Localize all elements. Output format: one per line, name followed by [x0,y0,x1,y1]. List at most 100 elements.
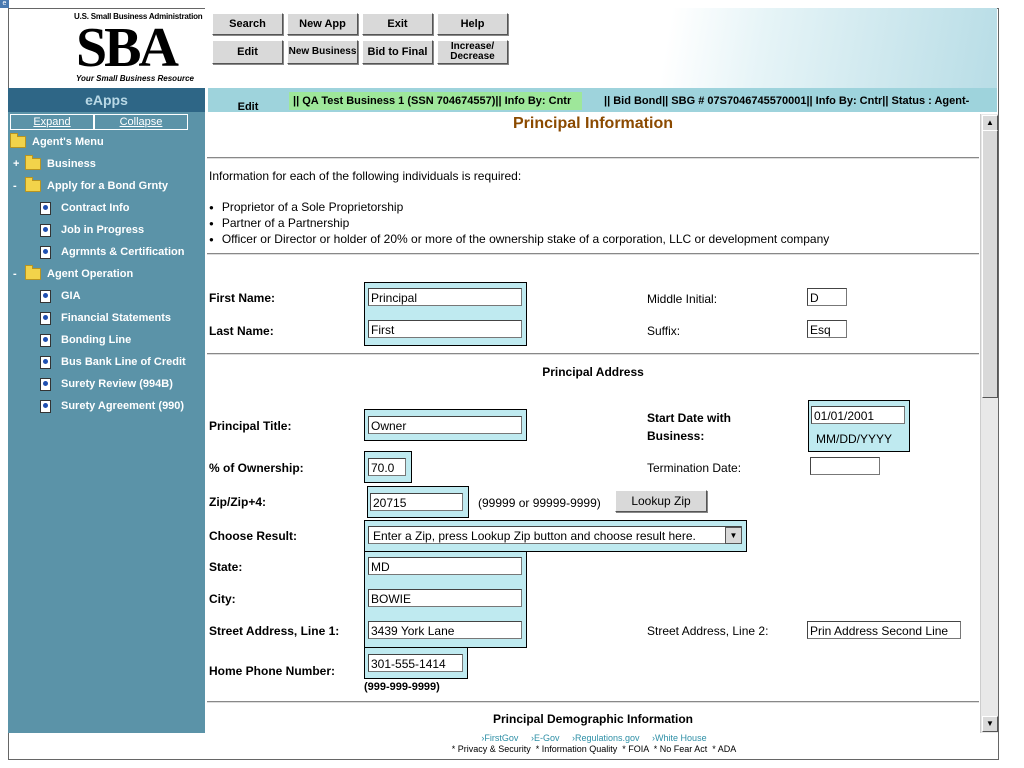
sidebar-title: eApps [8,88,205,112]
sidebar-item-business[interactable]: + Business [13,155,96,173]
lookup-zip-button[interactable]: Lookup Zip [615,490,707,512]
requirement-item: Proprietor of a Sole Proprietorship [209,200,403,214]
sidebar-item-label: Job in Progress [61,224,145,236]
folder-icon [25,177,41,192]
footer-link-regulations[interactable]: Regulations.gov [572,733,640,743]
increase-decrease-button[interactable]: Increase/ Decrease [437,40,508,64]
document-icon [40,355,51,369]
zip-label: Zip/Zip+4: [209,495,266,509]
requirement-item: Partner of a Partnership [209,216,349,230]
demographic-section-title: Principal Demographic Information [492,712,694,726]
footer: FirstGov E-Gov Regulations.gov White Hou… [208,733,980,758]
sidebar-item-contract-info[interactable]: Contract Info [40,199,129,217]
new-business-button[interactable]: New Business [287,40,358,64]
principal-title-input[interactable]: Owner [368,416,522,434]
document-icon [40,377,51,391]
sidebar-item-agrmnts-certification[interactable]: Agrmnts & Certification [40,243,184,261]
search-button[interactable]: Search [212,13,283,35]
start-date-format-hint: MM/DD/YYYY [816,432,893,446]
collapse-toggle-icon[interactable]: - [13,268,23,280]
street-line2-label: Street Address, Line 2: [647,624,769,638]
footer-policy-links[interactable]: * Privacy & Security * Information Quali… [208,744,980,754]
phone-format-hint: (999-999-9999) [364,681,440,693]
suffix-input[interactable]: Esq [807,320,847,338]
termination-date-input[interactable] [810,457,880,475]
zip-format-hint: (99999 or 99999-9999) [478,496,601,510]
choose-result-select[interactable]: Enter a Zip, press Lookup Zip button and… [368,526,742,544]
divider [207,253,979,255]
ownership-label: % of Ownership: [209,461,304,475]
scroll-up-icon[interactable]: ▲ [982,115,998,131]
bid-to-final-button[interactable]: Bid to Final [362,40,433,64]
sidebar-item-label: Surety Review (994B) [61,378,173,390]
tab-bond-info[interactable]: || Bid Bond|| SBG # 07S7046745570001|| I… [584,92,997,110]
divider [207,353,979,355]
help-button[interactable]: Help [437,13,508,35]
expand-link[interactable]: Expand [10,114,94,130]
document-icon [40,223,51,237]
address-section-title: Principal Address [542,365,644,379]
collapse-toggle-icon[interactable]: - [13,180,23,192]
middle-initial-label: Middle Initial: [647,292,718,306]
sidebar-item-label: Agrmnts & Certification [61,246,185,258]
scroll-down-icon[interactable]: ▼ [982,716,998,732]
document-icon [40,201,51,215]
sidebar-item-label: Bus Bank Line of Credit [61,356,186,368]
choose-result-label: Choose Result: [209,529,298,543]
folder-icon [25,265,41,280]
document-icon [40,399,51,413]
sidebar-item-label: Surety Agreement (990) [61,400,185,412]
divider [207,157,979,159]
folder-icon [25,155,41,170]
ownership-input[interactable]: 70.0 [368,458,406,476]
page-icon: e [0,0,9,8]
sidebar-item-label: Apply for a Bond Grnty [47,180,168,192]
sba-logo: SBA [76,17,179,79]
zip-input[interactable]: 20715 [370,493,463,511]
scrollbar-thumb[interactable] [982,130,998,398]
street-line2-input[interactable]: Prin Address Second Line [807,621,961,639]
sidebar-item-apply-for-a-bond-grnty[interactable]: - Apply for a Bond Grnty [13,177,168,195]
home-phone-input[interactable]: 301-555-1414 [368,654,463,672]
first-name-label: First Name: [209,291,276,305]
dropdown-arrow-icon[interactable]: ▼ [725,527,742,544]
first-name-input[interactable]: Principal [368,288,522,306]
sidebar-item-financial-statements[interactable]: Financial Statements [40,309,171,327]
document-icon [40,333,51,347]
expand-toggle-icon[interactable]: + [13,158,23,170]
sidebar-item-agent-s-menu[interactable]: Agent's Menu [10,133,104,151]
edit-button[interactable]: Edit [212,40,283,64]
page-title: Principal Information [512,115,673,132]
content-scrollbar[interactable]: ▲ ▼ [980,114,998,733]
sidebar-item-bus-bank-line-of-credit[interactable]: Bus Bank Line of Credit [40,353,186,371]
home-phone-label: Home Phone Number: [209,664,336,678]
footer-link-whitehouse[interactable]: White House [652,733,707,743]
sidebar-item-label: Agent Operation [47,268,134,280]
start-date-input[interactable]: 01/01/2001 [811,406,905,424]
suffix-label: Suffix: [647,324,681,338]
intro-text: Information for each of the following in… [209,169,522,183]
principal-title-label: Principal Title: [209,419,292,433]
collapse-link[interactable]: Collapse [94,114,188,130]
exit-button[interactable]: Exit [362,13,433,35]
tab-edit[interactable]: Edit [208,88,288,112]
sidebar-item-job-in-progress[interactable]: Job in Progress [40,221,144,239]
city-input[interactable]: BOWIE [368,589,522,607]
sidebar-item-surety-review-994b[interactable]: Surety Review (994B) [40,375,173,393]
tab-business-info[interactable]: || QA Test Business 1 (SSN 704674557)|| … [289,92,582,110]
sidebar-item-bonding-line[interactable]: Bonding Line [40,331,131,349]
street-line1-input[interactable]: 3439 York Lane [368,621,522,639]
sidebar-item-gia[interactable]: GIA [40,287,81,305]
document-icon [40,245,51,259]
middle-initial-input[interactable]: D [807,288,847,306]
sidebar-item-surety-agreement-990[interactable]: Surety Agreement (990) [40,397,184,415]
sidebar-item-label: Agent's Menu [32,136,104,148]
state-input[interactable]: MD [368,557,522,575]
sidebar-item-agent-operation[interactable]: - Agent Operation [13,265,133,283]
requirement-item: Officer or Director or holder of 20% or … [209,232,829,246]
footer-link-firstgov[interactable]: FirstGov [481,733,518,743]
sidebar-item-label: Financial Statements [61,312,172,324]
last-name-input[interactable]: First [368,320,522,338]
footer-link-egov[interactable]: E-Gov [531,733,560,743]
new-app-button[interactable]: New App [287,13,358,35]
